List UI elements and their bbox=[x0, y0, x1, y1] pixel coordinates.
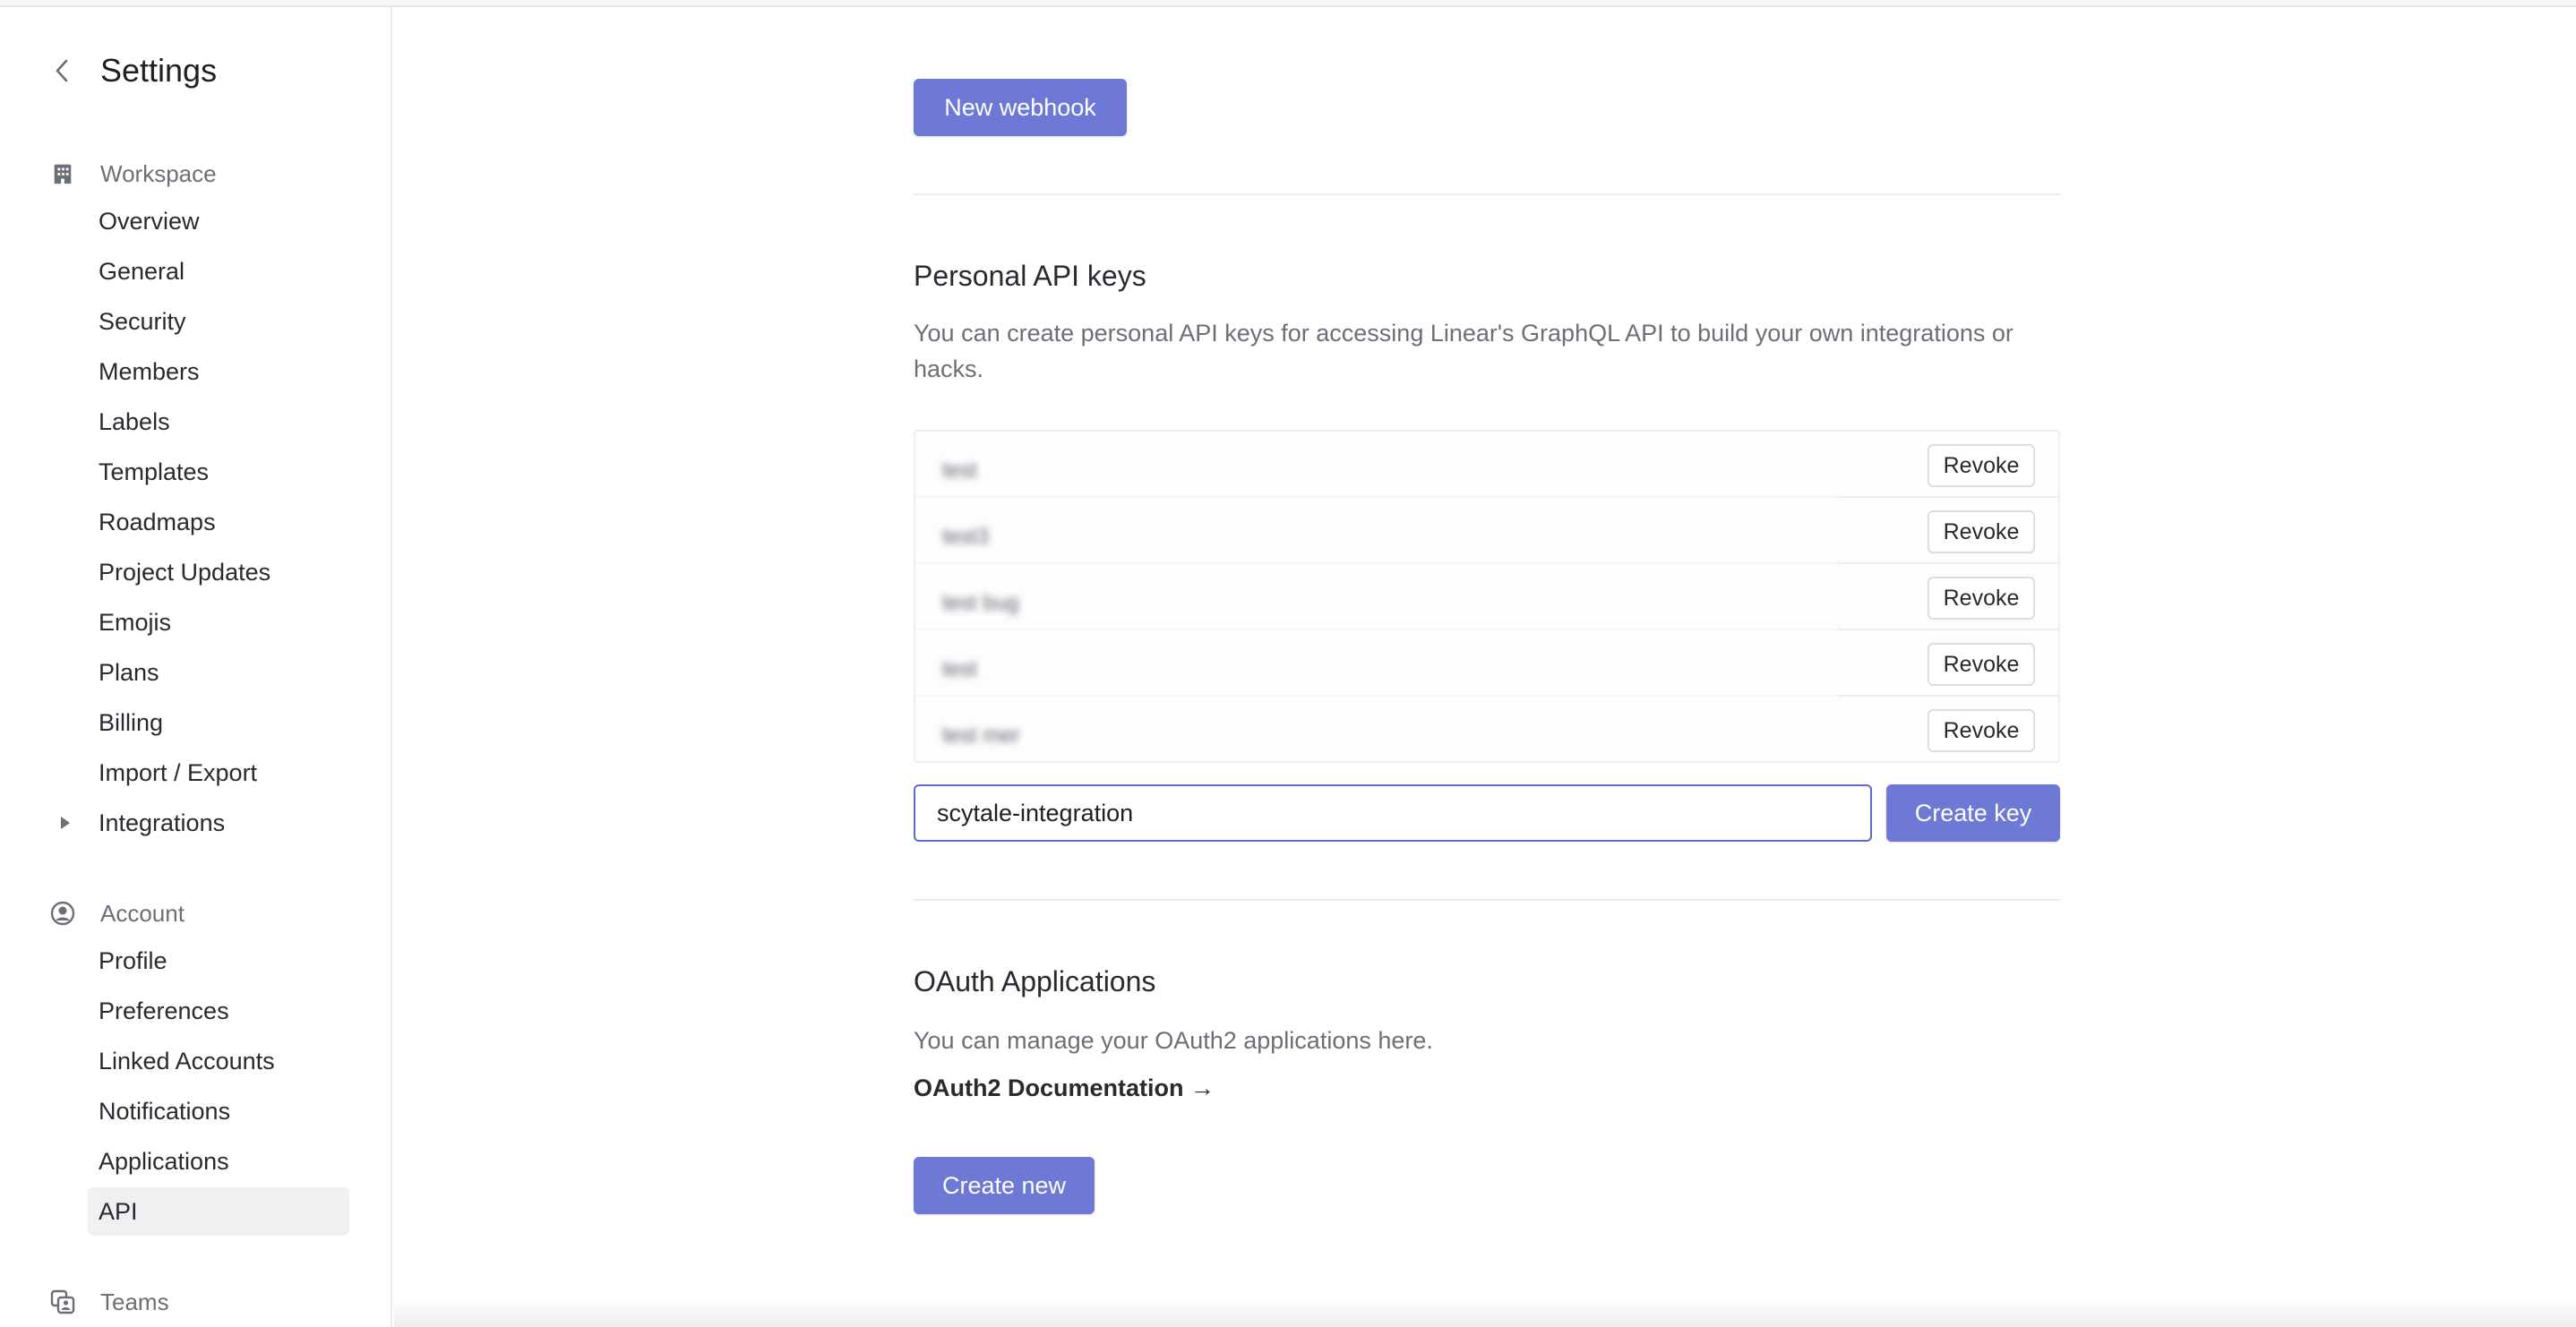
account-group-label: Account bbox=[100, 899, 185, 927]
section-divider bbox=[914, 193, 2060, 195]
sidebar-item-profile[interactable]: Profile bbox=[88, 937, 349, 985]
sidebar-item-emojis[interactable]: Emojis bbox=[88, 598, 349, 646]
user-circle-icon bbox=[50, 901, 75, 926]
sidebar-header: Settings bbox=[50, 52, 217, 90]
main-content: New webhook Personal API keys You can cr… bbox=[394, 7, 2576, 1327]
sidebar-item-roadmaps[interactable]: Roadmaps bbox=[88, 498, 349, 546]
api-keys-description: You can create personal API keys for acc… bbox=[914, 320, 2014, 382]
sidebar-item-members[interactable]: Members bbox=[88, 347, 349, 396]
sidebar-item-import-export[interactable]: Import / Export bbox=[88, 749, 349, 797]
workspace-group-header: Workspace bbox=[50, 156, 217, 192]
sidebar-item-general[interactable]: General bbox=[88, 247, 349, 295]
sidebar-item-labels[interactable]: Labels bbox=[88, 398, 349, 446]
account-group-header: Account bbox=[50, 895, 185, 931]
caret-right-icon[interactable] bbox=[61, 817, 70, 829]
sidebar-item-api[interactable]: API bbox=[88, 1187, 349, 1236]
settings-title: Settings bbox=[100, 52, 218, 89]
api-key-row: test bug Revoke bbox=[915, 564, 2058, 630]
sidebar-item-security[interactable]: Security bbox=[88, 297, 349, 346]
api-key-name-input[interactable] bbox=[914, 784, 1872, 842]
settings-sidebar: Settings Workspace Overview General Secu… bbox=[0, 7, 392, 1327]
bottom-shadow bbox=[394, 1300, 2576, 1327]
api-key-name: test3 bbox=[942, 525, 990, 549]
revoke-button[interactable]: Revoke bbox=[1928, 577, 2035, 620]
sidebar-item-applications[interactable]: Applications bbox=[88, 1137, 349, 1186]
sidebar-item-linked-accounts[interactable]: Linked Accounts bbox=[88, 1037, 349, 1085]
create-new-oauth-button[interactable]: Create new bbox=[914, 1157, 1095, 1214]
api-key-name: test bug bbox=[942, 591, 1019, 615]
api-key-row: test mer Revoke bbox=[915, 697, 2058, 763]
teams-icon bbox=[50, 1289, 75, 1314]
api-key-name: test bbox=[942, 657, 977, 681]
api-keys-title: Personal API keys bbox=[914, 260, 1146, 292]
revoke-button[interactable]: Revoke bbox=[1928, 709, 2035, 752]
sidebar-item-billing[interactable]: Billing bbox=[88, 698, 349, 747]
sidebar-item-preferences[interactable]: Preferences bbox=[88, 987, 349, 1035]
sidebar-item-notifications[interactable]: Notifications bbox=[88, 1087, 349, 1135]
oauth-description: You can manage your OAuth2 applications … bbox=[914, 1027, 1433, 1054]
api-keys-list: test Revoke test3 Revoke test bug Revoke… bbox=[914, 430, 2060, 763]
sidebar-item-overview[interactable]: Overview bbox=[88, 197, 349, 245]
oauth-title: OAuth Applications bbox=[914, 965, 1156, 997]
sidebar-item-integrations[interactable]: Integrations bbox=[61, 799, 349, 847]
new-webhook-button[interactable]: New webhook bbox=[914, 79, 1127, 136]
revoke-button[interactable]: Revoke bbox=[1928, 643, 2035, 686]
sidebar-item-templates[interactable]: Templates bbox=[88, 448, 349, 496]
oauth-documentation-link[interactable]: OAuth2 Documentation → bbox=[914, 1074, 1215, 1102]
chevron-left-icon[interactable] bbox=[50, 53, 73, 89]
revoke-button[interactable]: Revoke bbox=[1928, 510, 2035, 553]
sidebar-item-integrations-label: Integrations bbox=[99, 809, 226, 836]
sidebar-item-plans[interactable]: Plans bbox=[88, 648, 349, 697]
teams-group-header[interactable]: Teams bbox=[50, 1284, 169, 1320]
api-key-row: test Revoke bbox=[915, 432, 2058, 498]
revoke-button[interactable]: Revoke bbox=[1928, 444, 2035, 487]
api-key-name: test mer bbox=[942, 723, 1020, 748]
create-key-button[interactable]: Create key bbox=[1886, 784, 2060, 842]
api-key-name: test bbox=[942, 458, 977, 483]
top-border bbox=[0, 0, 2576, 7]
api-key-row: test3 Revoke bbox=[915, 498, 2058, 564]
teams-group-label: Teams bbox=[100, 1288, 169, 1315]
api-key-row: test Revoke bbox=[915, 630, 2058, 697]
building-icon bbox=[50, 161, 75, 186]
sidebar-item-project-updates[interactable]: Project Updates bbox=[88, 548, 349, 596]
section-divider bbox=[914, 899, 2060, 901]
workspace-group-label: Workspace bbox=[100, 159, 217, 187]
